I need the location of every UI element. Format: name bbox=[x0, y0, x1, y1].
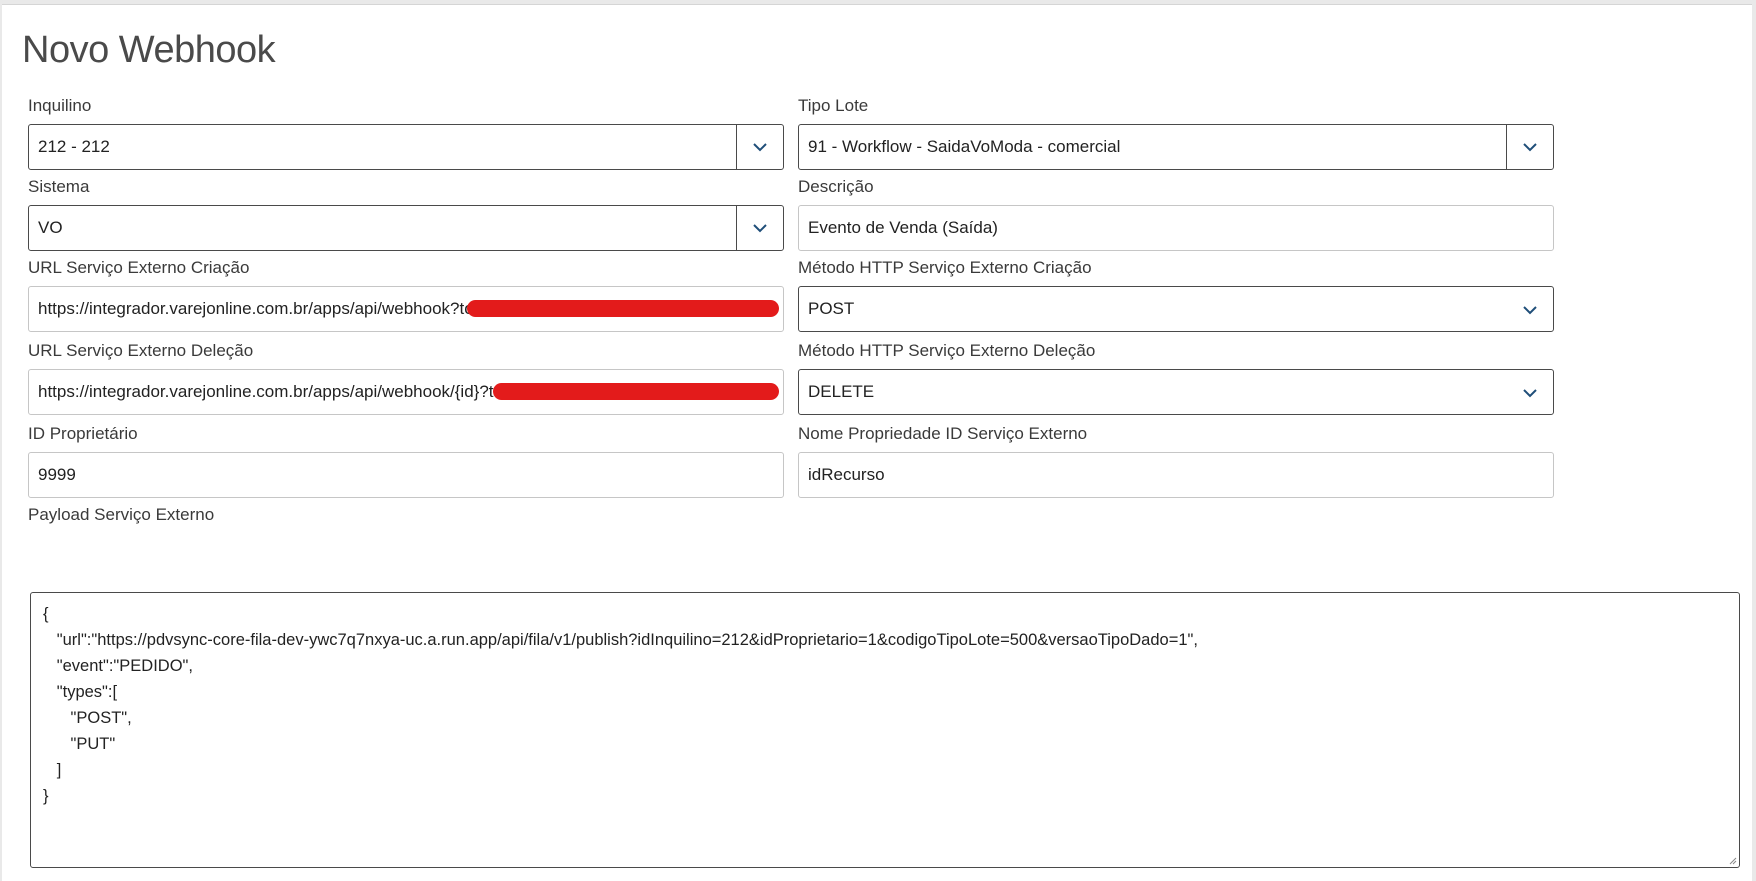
descricao-label: Descrição bbox=[798, 177, 874, 196]
id-proprietario-label: ID Proprietário bbox=[28, 424, 138, 443]
payload-label: Payload Serviço Externo bbox=[28, 505, 215, 524]
metodo-criacao-label: Método HTTP Serviço Externo Criação bbox=[798, 258, 1092, 277]
url-criacao-value: https://integrador.varejonline.com.br/ap… bbox=[38, 299, 511, 318]
inquilino-value: 212 - 212 bbox=[38, 137, 110, 156]
url-delecao-label: URL Serviço Externo Deleção bbox=[28, 341, 254, 360]
chevron-down-icon[interactable] bbox=[1506, 125, 1553, 169]
chevron-down-icon[interactable] bbox=[736, 125, 783, 169]
chevron-down-icon[interactable] bbox=[1507, 287, 1553, 333]
metodo-criacao-select[interactable]: POST bbox=[798, 286, 1554, 332]
sistema-label: Sistema bbox=[28, 177, 90, 196]
inquilino-select[interactable]: 212 - 212 bbox=[28, 124, 784, 170]
payload-content: { "url":"https://pdvsync-core-fila-dev-y… bbox=[43, 605, 1198, 805]
descricao-value: Evento de Venda (Saída) bbox=[808, 218, 998, 237]
redaction-mark bbox=[493, 383, 779, 400]
nome-propriedade-label: Nome Propriedade ID Serviço Externo bbox=[798, 424, 1088, 443]
sistema-select[interactable]: VO bbox=[28, 205, 784, 251]
metodo-delecao-value: DELETE bbox=[808, 382, 875, 401]
url-delecao-value: https://integrador.varejonline.com.br/ap… bbox=[38, 382, 541, 401]
chevron-down-icon[interactable] bbox=[1507, 370, 1553, 416]
url-criacao-label: URL Serviço Externo Criação bbox=[28, 258, 250, 277]
inquilino-label: Inquilino bbox=[28, 96, 92, 115]
url-criacao-input[interactable]: https://integrador.varejonline.com.br/ap… bbox=[28, 286, 784, 332]
id-proprietario-input[interactable]: 9999 bbox=[28, 452, 784, 498]
tipo-lote-value: 91 - Workflow - SaidaVoModa - comercial bbox=[808, 137, 1121, 156]
redaction-mark bbox=[467, 300, 779, 317]
sistema-value: VO bbox=[38, 218, 63, 237]
descricao-input[interactable]: Evento de Venda (Saída) bbox=[798, 205, 1554, 251]
metodo-criacao-value: POST bbox=[808, 299, 855, 318]
payload-textarea[interactable]: { "url":"https://pdvsync-core-fila-dev-y… bbox=[30, 592, 1740, 868]
id-proprietario-value: 9999 bbox=[38, 465, 76, 484]
metodo-delecao-label: Método HTTP Serviço Externo Deleção bbox=[798, 341, 1096, 360]
resize-handle-icon[interactable] bbox=[1727, 855, 1737, 865]
url-delecao-input[interactable]: https://integrador.varejonline.com.br/ap… bbox=[28, 369, 784, 415]
tipo-lote-label: Tipo Lote bbox=[798, 96, 869, 115]
chevron-down-icon[interactable] bbox=[736, 206, 783, 250]
page-title: Novo Webhook bbox=[22, 29, 276, 71]
nome-propriedade-input[interactable]: idRecurso bbox=[798, 452, 1554, 498]
metodo-delecao-select[interactable]: DELETE bbox=[798, 369, 1554, 415]
tipo-lote-select[interactable]: 91 - Workflow - SaidaVoModa - comercial bbox=[798, 124, 1554, 170]
nome-propriedade-value: idRecurso bbox=[808, 465, 885, 484]
